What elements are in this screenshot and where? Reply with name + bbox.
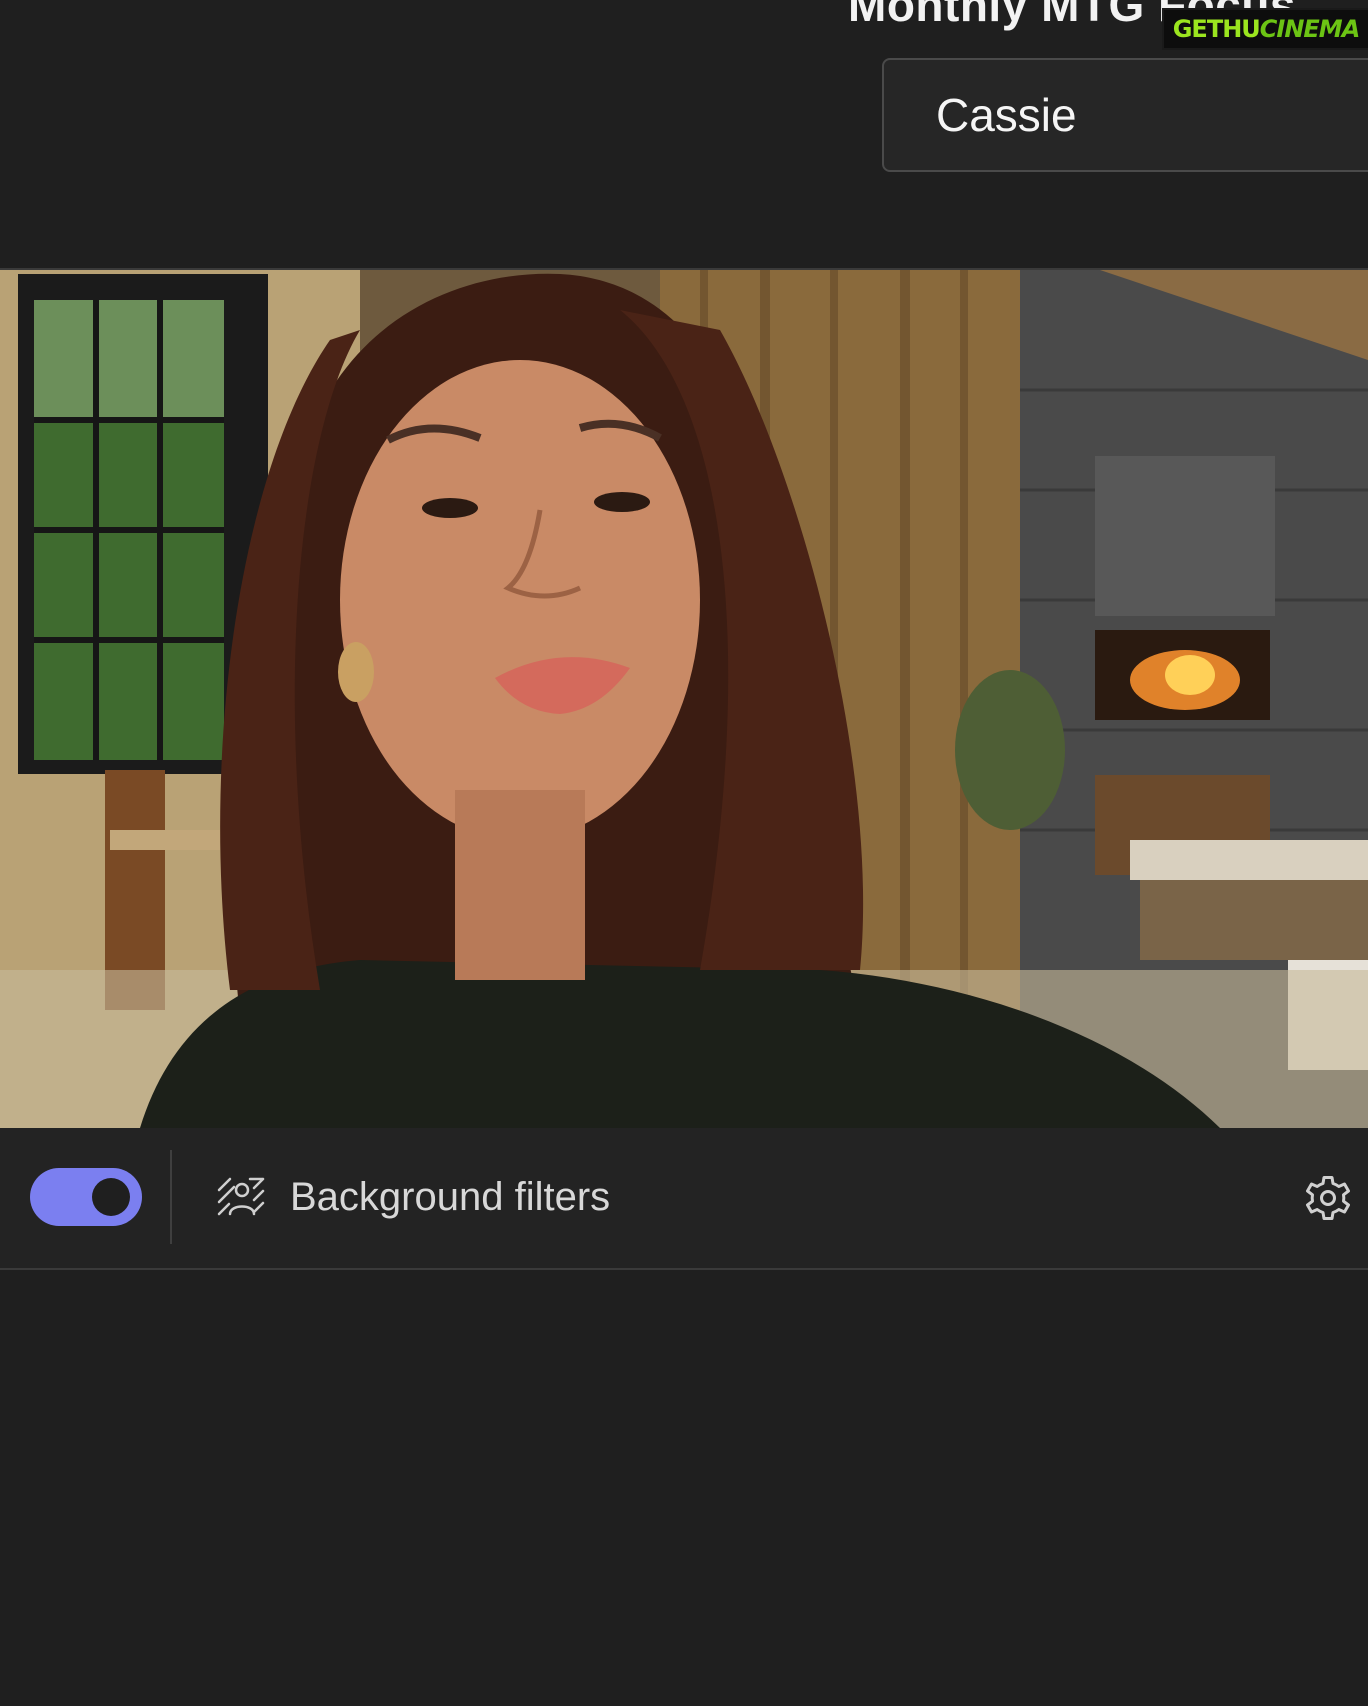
gear-icon[interactable] (1302, 1172, 1354, 1224)
background-filters-button[interactable]: Background filters (216, 1164, 610, 1230)
watermark-logo: GETHU CINEMA (1162, 8, 1368, 50)
preview-control-bar: Background filters (0, 1128, 1368, 1270)
video-toggle[interactable] (30, 1168, 142, 1226)
toggle-knob (92, 1178, 130, 1216)
name-input[interactable] (882, 58, 1368, 172)
background-filters-icon (217, 1177, 265, 1216)
background-filters-label: Background filters (290, 1174, 611, 1219)
camera-preview (0, 268, 1368, 1128)
divider (170, 1150, 172, 1244)
